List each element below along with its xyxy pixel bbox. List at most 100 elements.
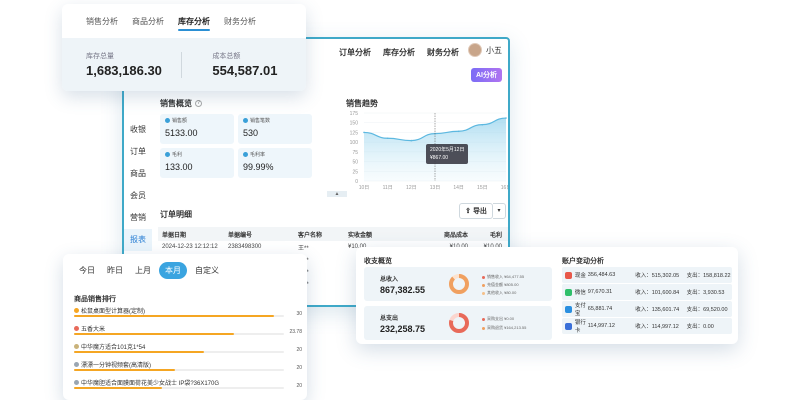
summary-value: 133.00 — [165, 162, 193, 172]
income-label: 总收入 — [380, 277, 399, 283]
trend-chart[interactable]: 175150125100755025010日 11日 12日 13日 14日 15日 16日 — [334, 101, 510, 191]
tab-finance[interactable]: 财务分析 — [224, 16, 256, 27]
stock-total: 库存总量 1,683,186.30 — [62, 51, 181, 78]
trend-point[interactable] — [457, 130, 460, 133]
account-balance: 97,670.31 — [587, 289, 613, 295]
ranking-title: 商品销售排行 — [74, 296, 116, 303]
side-item-cashier[interactable]: 收银 — [124, 119, 152, 141]
col-received[interactable]: 实收金额 — [348, 230, 410, 239]
user-chip[interactable]: 小五 — [468, 43, 502, 57]
x-tick-label: 10日 — [359, 185, 370, 191]
tooltip-value: ¥867.00 — [430, 155, 449, 161]
trend-point[interactable] — [481, 123, 484, 126]
col-number[interactable]: 单据编号 — [228, 230, 298, 239]
ranking-value: 23.78 — [289, 329, 302, 335]
summary-card-sales: 销售额 5133.00 — [160, 114, 234, 144]
accounts-title: 账户变动分析 — [562, 258, 604, 265]
expense-label: 总支出 — [380, 316, 399, 322]
ranking-item[interactable]: 松鼠桌面型计算器(定制) 30 — [74, 306, 302, 324]
tab-products[interactable]: 商品分析 — [132, 16, 164, 27]
account-row[interactable]: 微信 97,670.31 收入：101,600.84 支出：3,930.53 — [562, 284, 732, 300]
period-yesterday[interactable]: 昨日 — [103, 262, 127, 279]
period-this-month[interactable]: 本月 — [159, 262, 187, 279]
y-tick-label: 75 — [352, 150, 358, 156]
income-legend-1: 销售收入 ¥64,477.55 — [482, 274, 524, 280]
ranking-item[interactable]: 五香大米 23.78 — [74, 324, 302, 342]
col-date[interactable]: 单据日期 — [158, 230, 228, 239]
cost-total-label: 成本总额 — [212, 53, 241, 60]
detail-title: 订单明细 — [160, 210, 192, 219]
profit-icon — [165, 152, 170, 157]
account-row[interactable]: 支付宝 65,881.74 收入：135,601.74 支出：69,520.00 — [562, 301, 732, 317]
ranking-value: 20 — [296, 383, 302, 389]
legend-text: 采购退货 ¥164,213.55 — [487, 325, 527, 330]
trend-point[interactable] — [410, 139, 413, 142]
nav-finance[interactable]: 财务分析 — [427, 47, 459, 58]
side-item-members[interactable]: 会员 — [124, 185, 152, 207]
help-icon[interactable]: ? — [195, 100, 202, 107]
account-row[interactable]: 银行卡 114,997.12 收入：114,997.12 支出：0.00 — [562, 318, 732, 334]
income-value: 867,382.55 — [380, 285, 426, 295]
legend-dot — [482, 326, 485, 330]
y-tick-label: 100 — [350, 140, 359, 146]
period-custom[interactable]: 自定义 — [191, 262, 223, 279]
ranking-item[interactable]: 中华魔胆适合面膜面荷花美少女战士 IP袋?36X170G 20 — [74, 378, 302, 396]
ranking-bar-track — [74, 369, 284, 371]
ranking-bar — [74, 351, 205, 353]
stock-total-label: 库存总量 — [86, 53, 114, 60]
trend-point[interactable] — [505, 117, 507, 119]
income-legend-2: 充值金额 ¥805.00 — [482, 282, 519, 288]
summary-card-profit: 毛利 133.00 — [160, 148, 234, 178]
count-icon — [243, 118, 248, 123]
side-item-reports[interactable]: 报表 — [124, 229, 152, 251]
col-cost[interactable]: 商品成本 — [410, 230, 468, 239]
expense-box: 总支出 232,258.75 采购支出 ¥0.00 采购退货 ¥164,213.… — [364, 306, 552, 340]
divider — [181, 51, 183, 78]
ranking-name-wrap: 中华魔方适合101克1*54 — [74, 342, 302, 351]
period-last-month[interactable]: 上月 — [131, 262, 155, 279]
ranking-item[interactable]: 中华魔方适合101克1*54 20 — [74, 342, 302, 360]
side-item-products[interactable]: 商品 — [124, 163, 152, 185]
medal-icon — [74, 362, 79, 367]
export-button[interactable]: ⇪ 导出 — [459, 203, 493, 219]
x-tick-label: 11日 — [383, 185, 393, 191]
legend-dot — [482, 317, 485, 321]
finance-title: 收支概览 — [364, 258, 392, 265]
collapse-toggle[interactable]: ▲ — [327, 191, 347, 197]
account-balance: 65,881.74 — [587, 306, 613, 312]
cell: 王** — [298, 245, 309, 252]
x-tick-label: 14日 — [453, 185, 464, 191]
export-icon: ⇪ — [465, 208, 471, 215]
export-dropdown[interactable]: ▾ — [493, 203, 506, 219]
account-row[interactable]: 现金 356,484.63 收入：515,302.05 支出：158,818.22 — [562, 267, 732, 283]
tab-sales[interactable]: 销售分析 — [86, 16, 118, 27]
col-customer[interactable]: 客户名称 — [298, 230, 348, 239]
nav-orders[interactable]: 订单分析 — [339, 47, 371, 58]
summary-title: 销售概览 ? — [160, 98, 202, 109]
legend-dot — [482, 291, 485, 295]
account-icon — [565, 305, 572, 313]
income-donut — [449, 274, 469, 294]
tab-inventory[interactable]: 库存分析 — [178, 16, 210, 31]
ranking-value: 20 — [296, 365, 302, 371]
trend-point[interactable] — [386, 137, 389, 140]
avatar — [468, 43, 482, 57]
y-tick-label: 175 — [350, 111, 359, 117]
ranking-bar — [74, 369, 175, 371]
ranking-bar-track — [74, 351, 284, 353]
col-profit[interactable]: 毛利 — [468, 230, 508, 239]
summary-value: 99.99% — [243, 162, 274, 172]
side-item-marketing[interactable]: 营销 — [124, 207, 152, 229]
side-item-orders[interactable]: 订单 — [124, 141, 152, 163]
ranking-item[interactable]: 漂漂一分钟视频套(高清版) 20 — [74, 360, 302, 378]
export-label: 导出 — [472, 208, 487, 215]
ranking-bar-track — [74, 315, 284, 317]
ai-analysis-button[interactable]: AI分析 — [471, 68, 502, 82]
nav-inventory[interactable]: 库存分析 — [383, 47, 415, 58]
trend-point[interactable] — [363, 131, 365, 134]
legend-text: 充值金额 ¥805.00 — [487, 282, 519, 287]
account-expense: 支出：3,930.53 — [686, 290, 725, 296]
ranking-name-wrap: 五香大米 — [74, 324, 302, 333]
period-today[interactable]: 今日 — [75, 262, 99, 279]
y-tick-label: 150 — [350, 121, 359, 127]
